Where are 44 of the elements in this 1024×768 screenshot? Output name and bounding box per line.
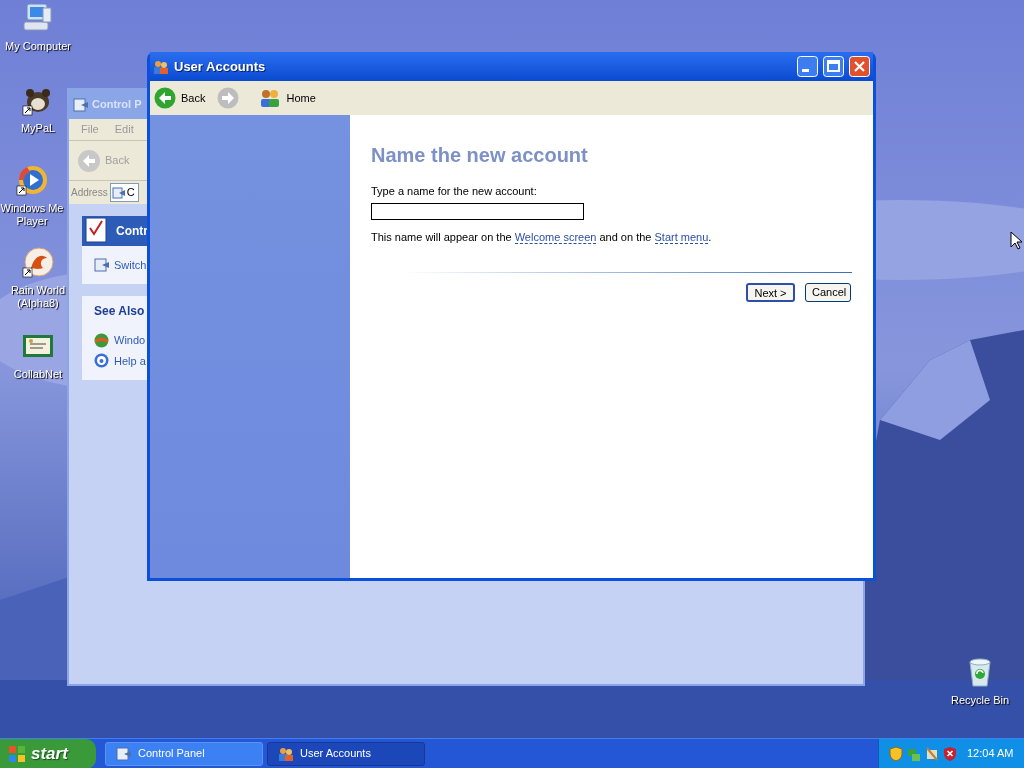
address-field[interactable]: C (109, 183, 139, 202)
icon-label[interactable]: Recycle Bin (950, 694, 1010, 707)
see-also-link[interactable]: Help a (114, 352, 146, 369)
security-alert-icon[interactable] (943, 745, 957, 762)
next-button[interactable]: Next > (746, 283, 795, 302)
icon-label[interactable]: My Computer (5, 40, 71, 53)
play-circle-icon (15, 164, 49, 196)
mouse-pointer-icon (1010, 231, 1022, 250)
close-icon[interactable] (849, 56, 870, 77)
see-also-link[interactable]: Windo (114, 332, 146, 349)
panel-title: See Also (94, 303, 146, 320)
control-panel-icon (73, 96, 89, 113)
address-label: Address (71, 186, 108, 200)
window-title: User Accounts (174, 57, 267, 76)
taskbar-button[interactable]: User Accounts (267, 741, 425, 766)
maximize-icon[interactable] (823, 56, 844, 77)
hint-text: This name will appear on the Welcome screen and on the Start menu. (371, 229, 713, 245)
icon-label[interactable]: Windows Me Player (0, 202, 64, 228)
minimize-icon[interactable] (797, 56, 818, 77)
users-icon (259, 88, 282, 108)
name-input[interactable] (371, 202, 584, 220)
users-icon (153, 58, 169, 75)
icon-label[interactable]: MyPaL (20, 122, 56, 135)
control-panel-icon (111, 185, 126, 200)
taskbar-button[interactable]: Control Panel (105, 741, 263, 766)
globe-icon (94, 332, 109, 348)
swirl-icon (21, 246, 55, 278)
start-button[interactable]: start (0, 738, 96, 768)
window-title: Control P (92, 97, 142, 113)
page-heading: Name the new account (371, 143, 589, 168)
computer-icon (21, 2, 55, 34)
field-label: Type a name for the new account: (371, 184, 538, 199)
clock: 12:04 AM (967, 746, 1014, 762)
text-link[interactable]: Welcome screen (514, 230, 597, 244)
panel-title: Contr (116, 223, 148, 240)
windows-flag-icon (8, 744, 26, 763)
shield-icon[interactable] (889, 745, 903, 762)
back-button[interactable]: Back (154, 87, 206, 109)
control-panel-icon (94, 257, 110, 273)
cancel-button[interactable]: Cancel (805, 283, 851, 302)
home-button[interactable]: Home (259, 88, 316, 108)
task-link[interactable]: Switch (114, 256, 147, 274)
users-icon (278, 745, 294, 762)
control-panel-icon (116, 745, 132, 762)
